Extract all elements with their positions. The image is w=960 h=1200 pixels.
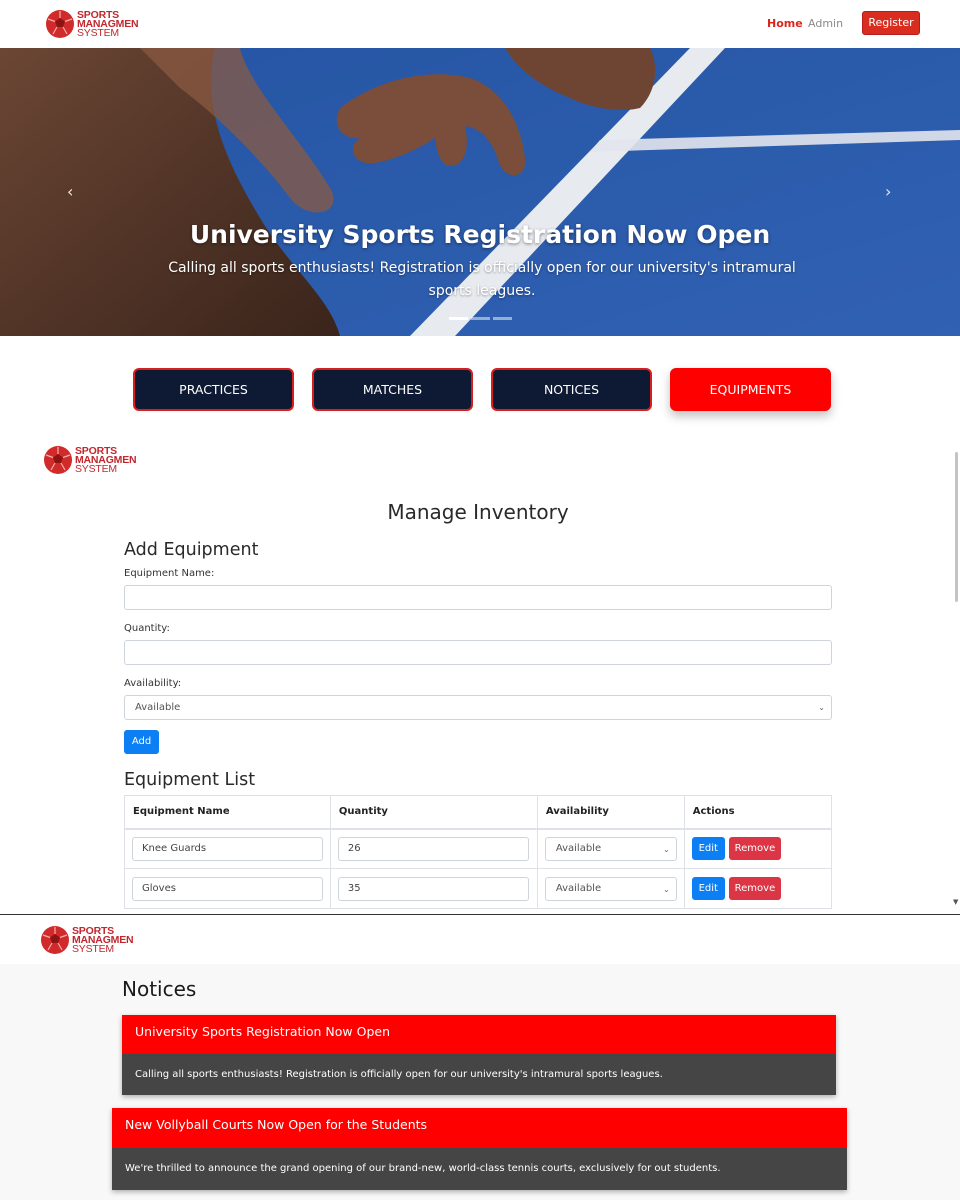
- notice-card: University Sports Registration Now Open …: [122, 1015, 836, 1095]
- notice-body: Calling all sports enthusiasts! Registra…: [122, 1054, 836, 1095]
- edit-button[interactable]: Edit: [691, 877, 725, 900]
- availability-select[interactable]: Available ⌄: [124, 695, 832, 720]
- soccer-ball-icon: [44, 446, 72, 474]
- equipment-list-heading: Equipment List: [124, 770, 256, 790]
- chevron-down-icon: ⌄: [663, 844, 670, 854]
- edit-button[interactable]: Edit: [691, 837, 725, 861]
- brand-logo[interactable]: SPORTS MANAGMEN SYSTEM: [45, 9, 139, 39]
- carousel-indicator[interactable]: [493, 317, 512, 320]
- register-button[interactable]: Register: [862, 11, 920, 35]
- add-equipment-heading: Add Equipment: [124, 540, 259, 560]
- brand-logo[interactable]: SPORTS MANAGMEN SYSTEM: [40, 925, 134, 955]
- carousel-next-icon[interactable]: ›: [885, 182, 891, 201]
- equipment-table: Equipment Name Quantity Availability Act…: [124, 795, 833, 909]
- notice-body: We're thrilled to announce the grand ope…: [112, 1148, 847, 1190]
- soccer-ball-icon: [41, 926, 69, 954]
- chevron-down-icon: ⌄: [818, 703, 825, 712]
- row-availability-select[interactable]: Available ⌄: [544, 876, 677, 901]
- chevron-down-icon: ⌄: [663, 884, 670, 894]
- carousel-indicator[interactable]: [449, 317, 468, 320]
- inventory-title: Manage Inventory: [387, 500, 569, 524]
- soccer-ball-icon: [46, 10, 74, 38]
- row-name-input[interactable]: Knee Guards: [132, 836, 323, 861]
- equipments-button[interactable]: EQUIPMENTS: [670, 368, 831, 411]
- notices-button[interactable]: NOTICES: [491, 368, 652, 411]
- nav-admin-link[interactable]: Admin: [808, 17, 843, 30]
- add-button[interactable]: Add: [124, 730, 159, 754]
- row-name-input[interactable]: Gloves: [132, 876, 323, 901]
- matches-button[interactable]: MATCHES: [312, 368, 473, 411]
- brand-logo[interactable]: SPORTS MANAGMEN SYSTEM: [43, 445, 137, 475]
- carousel-prev-icon[interactable]: ‹: [67, 182, 73, 201]
- column-header: Equipment Name: [124, 795, 331, 830]
- nav-home-link[interactable]: Home: [767, 17, 803, 30]
- carousel-indicators: [449, 317, 512, 320]
- quantity-input[interactable]: [124, 640, 832, 665]
- practices-button[interactable]: PRACTICES: [133, 368, 294, 411]
- navbar: SPORTS MANAGMEN SYSTEM Home Admin Register: [0, 0, 960, 48]
- scrollbar[interactable]: ▼: [952, 440, 960, 910]
- column-header: Actions: [683, 795, 833, 830]
- notices-title: Notices: [122, 977, 197, 1001]
- table-header-row: Equipment Name Quantity Availability Act…: [124, 795, 833, 830]
- notice-heading: New Vollyball Courts Now Open for the St…: [112, 1108, 847, 1148]
- remove-button[interactable]: Remove: [728, 837, 781, 861]
- row-availability-select[interactable]: Available ⌄: [544, 836, 677, 861]
- table-row: Knee Guards 26 Available ⌄ Edit Remove: [124, 828, 833, 869]
- scroll-down-icon[interactable]: ▼: [953, 898, 958, 906]
- hero-text: Calling all sports enthusiasts! Registra…: [168, 260, 796, 299]
- hero-title: University Sports Registration Now Open: [189, 220, 771, 249]
- column-header: Availability: [536, 795, 685, 830]
- hero-carousel: ‹ › University Sports Registration Now O…: [0, 48, 960, 336]
- remove-button[interactable]: Remove: [728, 877, 781, 900]
- equipment-name-label: Equipment Name:: [124, 568, 215, 579]
- notice-heading: University Sports Registration Now Open: [122, 1015, 836, 1054]
- quantity-label: Quantity:: [124, 623, 170, 634]
- notices-header: [0, 914, 960, 964]
- carousel-indicator[interactable]: [471, 317, 490, 320]
- scrollbar-thumb[interactable]: [955, 452, 958, 602]
- notice-card: New Vollyball Courts Now Open for the St…: [112, 1108, 847, 1190]
- table-row: Gloves 35 Available ⌄ Edit Remove: [124, 868, 833, 909]
- equipment-name-input[interactable]: [124, 585, 832, 610]
- column-header: Quantity: [329, 795, 538, 830]
- row-quantity-input[interactable]: 26: [337, 836, 529, 861]
- row-quantity-input[interactable]: 35: [337, 876, 529, 901]
- availability-label: Availability:: [124, 678, 182, 689]
